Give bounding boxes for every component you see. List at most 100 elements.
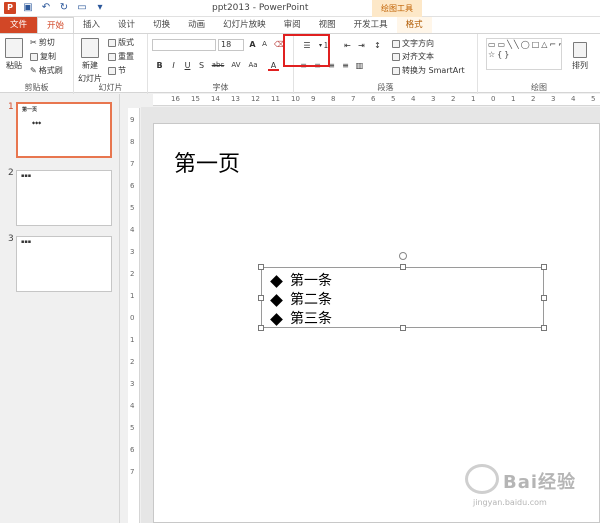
slide-number: 1 — [8, 102, 14, 112]
text-direction-icon — [392, 39, 400, 48]
resize-handle[interactable] — [400, 325, 406, 331]
copy-button[interactable]: 复制 — [30, 51, 56, 62]
diamond-bullet-icon — [270, 294, 283, 307]
justify-icon[interactable]: ≡ — [340, 60, 351, 71]
ribbon: 粘贴 ✂剪切 复制 ✎格式刷 剪贴板 新建 幻灯片 版式 重置 节 幻灯片 — [0, 33, 600, 94]
bullet-textbox[interactable]: 第一条 第二条 第三条 — [258, 252, 547, 331]
tab-view[interactable]: 视图 — [310, 17, 345, 33]
thumbnail-body: ◆◆◆ — [32, 120, 42, 125]
arrange-icon — [573, 42, 587, 58]
watermark: Bai经验 jingyan.baidu.com — [465, 462, 595, 517]
quick-access-toolbar: P ▣ ↶ ↻ ▭ ▾ — [4, 2, 106, 14]
tab-developer[interactable]: 开发工具 — [345, 17, 397, 33]
shadow-button[interactable]: S — [196, 60, 207, 71]
paragraph-group-label: 段落 — [377, 83, 394, 92]
diamond-bullet-icon — [270, 275, 283, 288]
font-size-combo[interactable]: 18 — [218, 39, 244, 51]
tab-format[interactable]: 格式 — [396, 17, 432, 33]
paste-icon — [5, 38, 23, 58]
font-name-combo[interactable] — [152, 39, 216, 51]
paste-button[interactable]: 粘贴 — [5, 38, 23, 71]
font-color-button[interactable]: A — [268, 60, 279, 71]
underline-button[interactable]: U — [182, 60, 193, 71]
line-spacing-icon[interactable]: ↕ — [372, 40, 383, 51]
diamond-bullet-icon — [270, 313, 283, 326]
vertical-ruler: 9 8 7 6 5 4 3 2 1 0 1 2 3 4 5 6 7 — [128, 108, 140, 523]
slide-thumbnail-2[interactable]: ▪▪▪ — [16, 170, 112, 226]
cut-button[interactable]: ✂ 剪切 — [30, 37, 55, 48]
slide-number: 3 — [8, 234, 14, 244]
tab-transitions[interactable]: 切换 — [144, 17, 179, 33]
resize-handle[interactable] — [541, 295, 547, 301]
tab-slideshow[interactable]: 幻灯片放映 — [214, 17, 275, 33]
align-text-button[interactable]: 对齐文本 — [392, 51, 434, 62]
horizontal-ruler: 16 15 14 13 12 11 10 9 8 7 6 5 4 3 2 1 0… — [153, 94, 600, 106]
increase-indent-icon[interactable]: ⇥ — [356, 40, 367, 51]
redo-icon[interactable]: ↻ — [58, 2, 70, 14]
resize-handle[interactable] — [258, 325, 264, 331]
scissors-icon: ✂ — [30, 38, 37, 47]
slides-group: 新建 幻灯片 版式 重置 节 幻灯片 — [74, 34, 148, 94]
bullets-highlight-box — [283, 34, 330, 67]
grow-font-button[interactable]: A — [247, 39, 258, 50]
section-button[interactable]: 节 — [108, 65, 126, 76]
arrange-button[interactable]: 排列 — [572, 42, 588, 71]
customize-qat-icon[interactable]: ▾ — [94, 2, 106, 14]
columns-icon[interactable]: ▥ — [354, 60, 365, 71]
shrink-font-button[interactable]: A — [259, 39, 270, 50]
italic-button[interactable]: I — [168, 60, 179, 71]
ribbon-tabs: 文件 开始 插入 设计 切换 动画 幻灯片放映 审阅 视图 开发工具 格式 — [0, 17, 600, 33]
align-text-icon — [392, 52, 400, 61]
tab-file[interactable]: 文件 — [0, 17, 38, 33]
font-group-label: 字体 — [212, 83, 229, 92]
list-item[interactable]: 第二条 — [270, 291, 332, 310]
slide-thumbnail-3[interactable]: ▪▪▪ — [16, 236, 112, 292]
layout-button[interactable]: 版式 — [108, 37, 134, 48]
list-item[interactable]: 第三条 — [270, 310, 332, 329]
bullet-list: 第一条 第二条 第三条 — [270, 272, 332, 329]
section-icon — [108, 66, 116, 75]
window-title: ppt2013 - PowerPoint — [212, 3, 309, 13]
slide-number: 2 — [8, 168, 14, 178]
layout-icon — [108, 38, 116, 47]
bold-button[interactable]: B — [154, 60, 165, 71]
new-slide-button[interactable]: 新建 幻灯片 — [78, 38, 102, 84]
text-direction-button[interactable]: 文字方向 — [392, 38, 434, 49]
reset-button[interactable]: 重置 — [108, 51, 134, 62]
tab-design[interactable]: 设计 — [109, 17, 144, 33]
decrease-indent-icon[interactable]: ⇤ — [342, 40, 353, 51]
undo-icon[interactable]: ↶ — [40, 2, 52, 14]
brush-icon: ✎ — [30, 66, 37, 75]
paw-logo-icon — [465, 464, 499, 494]
rotate-handle-icon[interactable] — [399, 252, 407, 260]
drawing-group: ▭▭╲╲◯□△⌐⌐◇⟨⟩☆{} 排列 绘图 — [478, 34, 600, 94]
resize-handle[interactable] — [258, 295, 264, 301]
change-case-button[interactable]: Aa — [246, 60, 260, 71]
tab-animations[interactable]: 动画 — [179, 17, 214, 33]
convert-smartart-button[interactable]: 转换为 SmartArt — [392, 65, 465, 76]
drawing-tools-context-label: 绘图工具 — [372, 0, 422, 17]
format-painter-button[interactable]: ✎ 格式刷 — [30, 65, 63, 76]
tab-insert[interactable]: 插入 — [74, 17, 109, 33]
slide-title[interactable]: 第一页 — [174, 146, 240, 178]
resize-handle[interactable] — [541, 325, 547, 331]
save-icon[interactable]: ▣ — [22, 2, 34, 14]
watermark-url: jingyan.baidu.com — [473, 498, 547, 507]
resize-handle[interactable] — [258, 264, 264, 270]
slide-thumbnail-1[interactable]: 第一页 ◆◆◆ — [16, 102, 112, 158]
resize-handle[interactable] — [541, 264, 547, 270]
powerpoint-logo-icon[interactable]: P — [4, 2, 16, 14]
reset-icon — [108, 52, 116, 61]
tab-home[interactable]: 开始 — [37, 17, 75, 33]
char-spacing-button[interactable]: AV — [228, 60, 244, 71]
clipboard-group: 粘贴 ✂ 剪切 复制 ✎ 格式刷 剪贴板 — [0, 34, 74, 94]
strikethrough-button[interactable]: abc — [210, 60, 226, 71]
resize-handle[interactable] — [400, 264, 406, 270]
list-item[interactable]: 第一条 — [270, 272, 332, 291]
shapes-gallery[interactable]: ▭▭╲╲◯□△⌐⌐◇⟨⟩☆{} — [486, 38, 562, 70]
tab-review[interactable]: 审阅 — [275, 17, 310, 33]
slides-group-label: 幻灯片 — [98, 83, 123, 92]
start-slideshow-icon[interactable]: ▭ — [76, 2, 88, 14]
copy-icon — [30, 52, 38, 61]
slide-thumbnail-pane: 1 第一页 ◆◆◆ 2 ▪▪▪ 3 ▪▪▪ — [0, 94, 120, 523]
